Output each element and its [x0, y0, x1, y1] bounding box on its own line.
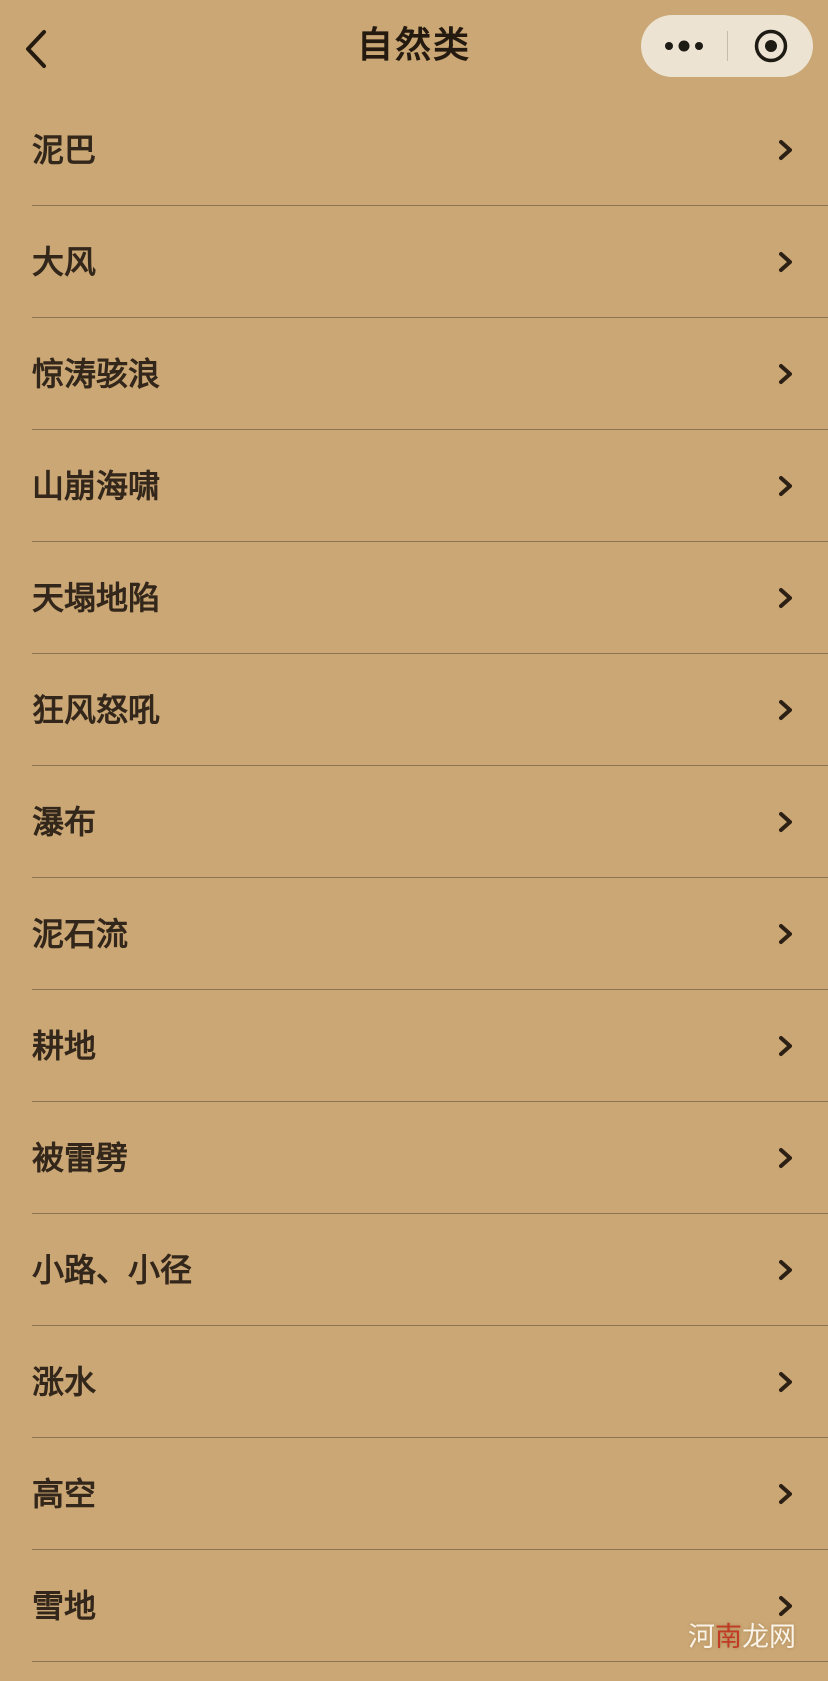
list-item[interactable]: 大风: [0, 206, 828, 318]
chevron-right-icon: [779, 364, 792, 384]
list-item[interactable]: 小路、小径: [0, 1214, 828, 1326]
list-item-label: 泥石流: [32, 915, 129, 953]
watermark-text-1: 河: [688, 1622, 715, 1653]
more-button[interactable]: [641, 15, 727, 77]
list-item-label: 耕地: [32, 1027, 97, 1065]
close-button[interactable]: [728, 15, 813, 77]
chevron-right-icon: [779, 1484, 792, 1504]
list-item-label: 瀑布: [32, 803, 97, 841]
list-item-label: 山崩海啸: [32, 467, 161, 505]
list-item[interactable]: 惊涛骇浪: [0, 318, 828, 430]
list-item-label: 小路、小径: [32, 1251, 193, 1289]
chevron-right-icon: [779, 924, 792, 944]
list-item[interactable]: 狂风怒吼: [0, 654, 828, 766]
more-dots-icon: [665, 40, 703, 52]
list-item[interactable]: 高空: [0, 1438, 828, 1550]
list-item[interactable]: 泥石流: [0, 878, 828, 990]
mini-program-capsule: [641, 15, 813, 77]
chevron-right-icon: [779, 812, 792, 832]
navigation-bar: 自然类: [0, 0, 828, 94]
watermark: 河南龙网: [688, 1620, 796, 1656]
list-item[interactable]: 涨水: [0, 1326, 828, 1438]
list-item-label: 雪地: [32, 1587, 97, 1625]
chevron-right-icon: [779, 476, 792, 496]
chevron-right-icon: [779, 1036, 792, 1056]
chevron-right-icon: [779, 252, 792, 272]
chevron-right-icon: [779, 1148, 792, 1168]
list-item-label: 高空: [32, 1475, 97, 1513]
list-item[interactable]: 泥巴: [0, 94, 828, 206]
row-divider: [32, 1661, 828, 1662]
list-item[interactable]: 瀑布: [0, 766, 828, 878]
chevron-right-icon: [779, 700, 792, 720]
list-item-label: 惊涛骇浪: [32, 355, 161, 393]
list-item[interactable]: 被雷劈: [0, 1102, 828, 1214]
target-circle-icon: [754, 29, 787, 63]
list-item[interactable]: 耕地: [0, 990, 828, 1102]
chevron-right-icon: [779, 588, 792, 608]
chevron-right-icon: [779, 1260, 792, 1280]
list-item-label: 天塌地陷: [32, 579, 161, 617]
list-item[interactable]: 山崩海啸: [0, 430, 828, 542]
list-item[interactable]: 天塌地陷: [0, 542, 828, 654]
category-list: 泥巴大风惊涛骇浪山崩海啸天塌地陷狂风怒吼瀑布泥石流耕地被雷劈小路、小径涨水高空雪…: [0, 94, 828, 1662]
list-item-label: 泥巴: [32, 131, 97, 169]
list-item-label: 大风: [32, 243, 97, 281]
chevron-right-icon: [779, 1372, 792, 1392]
list-item-label: 狂风怒吼: [32, 691, 161, 729]
watermark-text-2: 南: [715, 1622, 742, 1653]
list-item-label: 涨水: [32, 1363, 97, 1401]
chevron-right-icon: [779, 140, 792, 160]
chevron-right-icon: [779, 1596, 792, 1616]
watermark-text-3: 龙网: [742, 1622, 796, 1653]
list-item-label: 被雷劈: [32, 1139, 129, 1177]
